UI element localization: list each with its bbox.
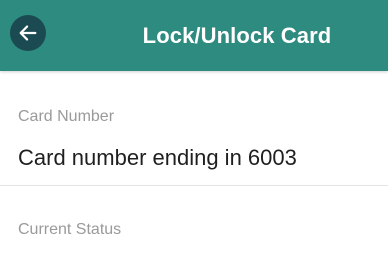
current-status-section: Current Status bbox=[0, 186, 388, 254]
current-status-label: Current Status bbox=[18, 221, 122, 238]
page-title: Lock/Unlock Card bbox=[142, 23, 332, 48]
card-number-section: Card Number Card number ending in 6003 bbox=[0, 71, 388, 186]
card-number-value: Card number ending in 6003 bbox=[18, 145, 297, 170]
card-number-label: Card Number bbox=[18, 108, 115, 125]
lock-unlock-card-screen: Lock/Unlock Card Card Number Card number… bbox=[0, 0, 388, 254]
app-bar: Lock/Unlock Card bbox=[0, 0, 388, 71]
